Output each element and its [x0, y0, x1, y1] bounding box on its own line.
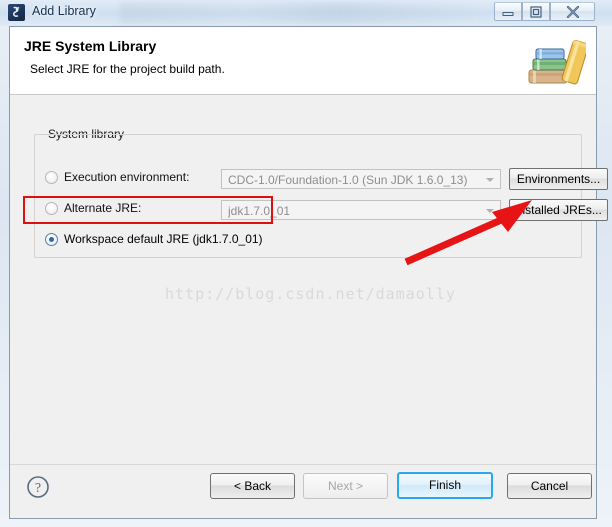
library-app-icon — [8, 4, 25, 21]
workspace-default-jre-label: Workspace default JRE (jdk1.7.0_01) — [64, 232, 263, 246]
execution-environment-combo[interactable]: CDC-1.0/Foundation-1.0 (Sun JDK 1.6.0_13… — [221, 169, 501, 189]
alternate-jre-value: jdk1.7.0_01 — [228, 204, 291, 218]
window-frame: Add Library JRE System Library Select JR… — [0, 0, 612, 527]
dialog-header: JRE System Library Select JRE for the pr… — [10, 27, 596, 95]
system-library-group: Execution environment: CDC-1.0/Foundatio… — [34, 134, 608, 258]
page-subtitle: Select JRE for the project build path. — [30, 62, 225, 76]
chevron-down-icon — [486, 178, 494, 182]
minimize-button[interactable] — [494, 2, 522, 21]
window-title: Add Library — [32, 4, 96, 18]
alternate-jre-row: Alternate JRE: jdk1.7.0_01 Installed JRE… — [35, 199, 608, 221]
close-icon — [566, 5, 579, 18]
alternate-jre-label: Alternate JRE: — [64, 201, 142, 215]
svg-text:?: ? — [35, 481, 41, 496]
chevron-down-icon — [486, 209, 494, 213]
execution-environment-radio[interactable] — [45, 171, 58, 184]
execution-environment-value: CDC-1.0/Foundation-1.0 (Sun JDK 1.6.0_13… — [228, 173, 468, 187]
restore-icon — [530, 5, 542, 18]
glass-blur-bleed — [120, 2, 480, 24]
workspace-default-jre-radio[interactable] — [45, 233, 58, 246]
alternate-jre-combo[interactable]: jdk1.7.0_01 — [221, 200, 501, 220]
watermark-text: http://blog.csdn.net/damaolly — [165, 285, 456, 303]
execution-environment-label: Execution environment: — [64, 170, 190, 184]
finish-button[interactable]: Finish — [397, 472, 493, 499]
books-stack-icon — [524, 30, 589, 90]
page-title: JRE System Library — [24, 38, 157, 54]
cancel-button[interactable]: Cancel — [507, 473, 592, 499]
minimize-icon — [502, 11, 514, 16]
environments-button[interactable]: Environments... — [509, 168, 608, 190]
workspace-default-jre-row: Workspace default JRE (jdk1.7.0_01) — [35, 230, 581, 252]
footer-separator — [10, 464, 596, 465]
close-button[interactable] — [550, 2, 595, 21]
help-question-icon[interactable]: ? — [26, 475, 50, 499]
back-button[interactable]: < Back — [210, 473, 295, 499]
installed-jres-button[interactable]: Installed JREs... — [509, 199, 608, 221]
next-button: Next > — [303, 473, 388, 499]
execution-environment-row: Execution environment: CDC-1.0/Foundatio… — [35, 168, 608, 190]
title-bar: Add Library — [0, 0, 612, 26]
restore-button[interactable] — [522, 2, 550, 21]
alternate-jre-radio[interactable] — [45, 202, 58, 215]
add-library-dialog: JRE System Library Select JRE for the pr… — [9, 26, 608, 519]
